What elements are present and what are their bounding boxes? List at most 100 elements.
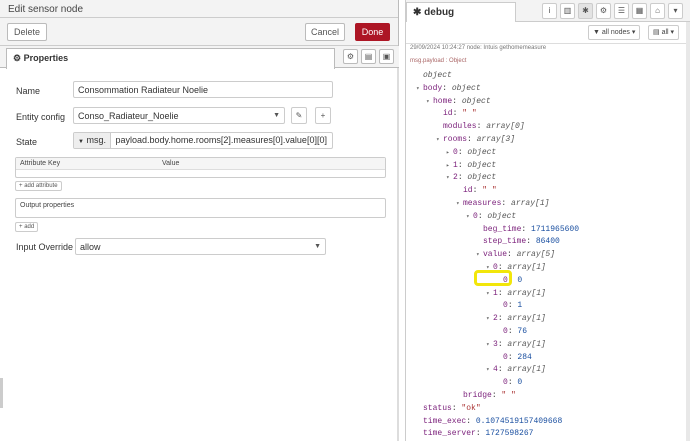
done-button[interactable]: Done [355, 23, 390, 41]
tree-value: 0 [517, 275, 523, 285]
tree-value: "ok" [461, 403, 481, 413]
tray-resize-handle[interactable] [0, 378, 3, 408]
caret-right-icon[interactable]: ▸ [446, 162, 453, 169]
dashboard-chart-icon[interactable]: ▦ [632, 3, 647, 19]
tree-row[interactable]: ▾ 2: object [446, 173, 496, 182]
state-label: State [16, 137, 38, 147]
tree-row[interactable]: ▾ rooms: array[3] [436, 135, 515, 144]
tree-row: 0: 284 [503, 352, 532, 362]
tree-row[interactable]: ▾ body: object [416, 84, 481, 93]
add-plus-icon[interactable]: + [315, 107, 331, 124]
caret-down-icon[interactable]: ▾ [476, 251, 483, 258]
caret-down-icon[interactable]: ▾ [486, 290, 493, 297]
tree-key: beg_time [483, 224, 522, 234]
tree-value: " " [501, 391, 516, 400]
tree-row[interactable]: ▾ 4: array[1] [486, 365, 546, 374]
state-type-value: msg. [86, 135, 106, 145]
book-icon[interactable]: ▥ [560, 3, 575, 19]
tray-title: Edit sensor node [0, 0, 398, 18]
entity-config-select[interactable]: Conso_Radiateur_Noelie ▼ [73, 107, 285, 124]
appearance-tab-layout-icon[interactable]: ▣ [379, 49, 394, 64]
settings-tab-gear-icon[interactable]: ⚙ [343, 49, 358, 64]
tree-row: 0: 76 [503, 327, 528, 336]
input-override-value: allow [80, 242, 101, 252]
description-tab-file-icon[interactable]: ▤ [361, 49, 376, 64]
tree-key: step_time [483, 237, 527, 247]
attribute-list: Attribute Key Value [15, 157, 386, 178]
name-input[interactable]: Consommation Radiateur Noelie [73, 81, 333, 98]
tree-row: time_server: 1727598267 [423, 429, 534, 439]
info-icon[interactable]: i [542, 3, 557, 19]
caret-down-icon[interactable]: ▾ [486, 315, 493, 322]
caret-right-icon[interactable]: ▸ [446, 149, 453, 156]
delete-button[interactable]: Delete [7, 23, 47, 41]
add-attribute-button[interactable]: + add attribute [15, 181, 62, 191]
add-output-label: add [24, 224, 35, 230]
entity-config-label: Entity config [16, 112, 66, 122]
tree-row[interactable]: ▸ 0: object [446, 148, 496, 157]
filter-all-label: all [661, 29, 669, 36]
tree-row[interactable]: ▸ 1: object [446, 161, 496, 170]
state-type-selector[interactable]: ▼ msg. [74, 133, 111, 148]
tree-value: 86400 [535, 237, 560, 247]
tree-value: " " [462, 109, 477, 119]
state-value: payload.body.home.rooms[2].measures[0].v… [115, 135, 327, 145]
caret-down-icon[interactable]: ▾ [486, 366, 493, 373]
edit-node-tray: Edit sensor node Delete Cancel Done ⚙ Pr… [0, 0, 399, 441]
debug-bug-icon[interactable]: ✱ [578, 3, 593, 19]
caret-down-icon[interactable]: ▾ [456, 200, 463, 207]
caret-down-icon[interactable]: ▾ [416, 85, 423, 92]
debug-sidebar: ✱ debug i ▥ ✱ ⚙ ☰ ▦ ⌂ ▾ ▼ all nodes ▾ ▤ … [405, 0, 690, 441]
tree-row: modules: array[0] [443, 122, 525, 132]
tree-row[interactable]: ▾ 1: array[1] [486, 289, 546, 298]
tree-row: bridge: " " [463, 391, 516, 400]
tree-value: " " [482, 186, 497, 196]
tree-key: value [483, 250, 508, 260]
trash-icon: ▤ [653, 29, 660, 36]
attribute-key-header: Attribute Key [20, 160, 61, 167]
tree-key: id [463, 186, 473, 196]
filter-nodes-button[interactable]: ▼ all nodes ▾ [588, 25, 641, 40]
caret-down-icon[interactable]: ▾ [486, 341, 493, 348]
context-database-icon[interactable]: ☰ [614, 3, 629, 19]
tree-row: id: " " [443, 109, 477, 119]
caret-down-icon[interactable]: ▾ [426, 98, 433, 105]
caret-down-icon[interactable]: ▾ [446, 174, 453, 181]
tab-properties[interactable]: ⚙ Properties [6, 48, 335, 69]
tree-row: status: "ok" [423, 403, 481, 413]
tree-key: measures [463, 199, 502, 208]
input-override-select[interactable]: allow ▼ [75, 238, 326, 255]
tree-value: object [461, 96, 491, 106]
tree-row[interactable]: ▾ value: array[5] [476, 250, 555, 259]
debug-scrollbar[interactable] [686, 22, 690, 441]
tree-value: 76 [517, 327, 528, 336]
tray-scrollbar[interactable] [397, 68, 399, 441]
state-typed-input[interactable]: ▼ msg. payload.body.home.rooms[2].measur… [73, 132, 333, 149]
filter-all-button[interactable]: ▤ all ▾ [648, 25, 680, 40]
tree-row[interactable]: ▾ 2: array[1] [486, 314, 546, 323]
tree-value: array[1] [507, 365, 546, 375]
add-output-button[interactable]: + add [15, 222, 39, 232]
tree-value: 1727598267 [485, 429, 534, 439]
tree-row[interactable]: ▾ 0: object [466, 212, 516, 221]
caret-down-icon[interactable]: ▾ [466, 213, 473, 220]
chevron-down-icon[interactable]: ▾ [668, 3, 683, 19]
tree-value: object [487, 211, 517, 221]
tab-debug[interactable]: ✱ debug [406, 2, 516, 22]
caret-down-icon[interactable]: ▾ [436, 136, 443, 143]
tree-row: time_exec: 0.1074519157409668 [423, 416, 563, 426]
cancel-button[interactable]: Cancel [305, 23, 345, 41]
tree-value: array[1] [507, 288, 546, 298]
home-icon[interactable]: ⌂ [650, 3, 665, 19]
filter-nodes-label: all nodes [601, 29, 630, 36]
tree-row[interactable]: ▾ home: object [426, 97, 491, 106]
sidebar-tab-bar: ✱ debug i ▥ ✱ ⚙ ☰ ▦ ⌂ ▾ [406, 0, 690, 22]
tree-row[interactable]: ▾ measures: array[1] [456, 199, 549, 208]
tree-key: id [443, 109, 453, 119]
output-properties-header: Output properties [20, 202, 75, 209]
config-gear-icon[interactable]: ⚙ [596, 3, 611, 19]
debug-message-meta: 29/09/2024 10:24:27 node: Intuis gethome… [410, 45, 547, 51]
edit-pencil-icon[interactable]: ✎ [291, 107, 307, 124]
tree-row[interactable]: ▾ 3: array[1] [486, 340, 546, 349]
tree-row: step_time: 86400 [483, 237, 560, 247]
